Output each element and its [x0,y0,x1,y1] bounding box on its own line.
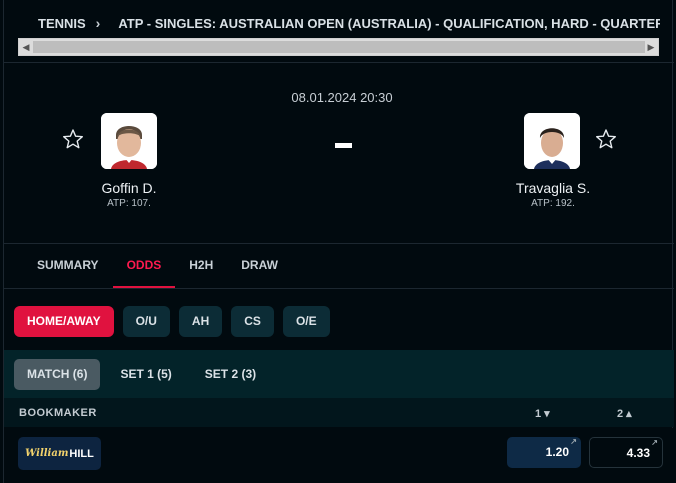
odd-away-value: 4.33 [626,446,650,460]
scrollbar-thumb[interactable] [33,41,645,53]
score-separator [335,143,352,148]
scroll-right-icon[interactable]: ▶ [646,42,656,52]
odds-type-odd-even[interactable]: O/E [282,306,330,337]
favorite-star-icon-home[interactable] [62,128,84,150]
home-player-name[interactable]: Goffin D. [59,180,199,196]
away-player-rank: ATP: 192. [531,198,575,209]
home-player-rank: ATP: 107. [107,198,151,209]
tab-draw[interactable]: DRAW [227,258,292,288]
match-datetime: 08.01.2024 20:30 [291,90,393,105]
odds-type-over-under[interactable]: O/U [122,306,170,337]
period-tabs: MATCH (6) SET 1 (5) SET 2 (3) [14,359,269,390]
tab-h2h[interactable]: H2H [175,258,227,288]
divider [4,288,674,289]
external-link-icon: ↗ [651,438,658,447]
header-col-away[interactable]: 2 ▴ [617,407,632,420]
bookmaker-logo-william-hill[interactable]: William HILL [18,437,101,470]
table-row: William HILL 1.20 ↗ 4.33 ↗ [4,428,674,483]
period-tab-match[interactable]: MATCH (6) [14,359,101,390]
away-player-avatar[interactable] [524,113,580,169]
tab-summary[interactable]: SUMMARY [23,258,113,288]
match-tabs: SUMMARY ODDS H2H DRAW [23,258,292,288]
odd-away-button[interactable]: 4.33 ↗ [589,437,663,468]
period-tab-set-1[interactable]: SET 1 (5) [107,359,184,390]
header-bookmaker[interactable]: BOOKMAKER [19,407,97,419]
tab-odds[interactable]: ODDS [112,258,176,288]
odds-type-asian-handicap[interactable]: AH [178,306,223,337]
scroll-left-icon[interactable]: ◀ [21,42,31,52]
odds-table-header: BOOKMAKER 1 ▾ 2 ▴ [4,398,674,427]
breadcrumb: TENNIS › ATP - SINGLES: AUSTRALIAN OPEN … [30,14,660,32]
period-tab-set-2[interactable]: SET 2 (3) [192,359,269,390]
external-link-icon: ↗ [570,437,577,446]
divider [4,62,674,63]
logo-text-bold: HILL [69,447,94,460]
breadcrumb-competition[interactable]: ATP - SINGLES: AUSTRALIAN OPEN (AUSTRALI… [118,16,660,31]
divider [4,243,674,244]
chevron-right-icon: › [95,15,101,31]
odd-home-value: 1.20 [545,445,569,459]
away-player-name[interactable]: Travaglia S. [483,180,623,196]
favorite-star-icon-away[interactable] [595,128,617,150]
odds-type-correct-score[interactable]: CS [231,306,274,337]
odds-type-filter: HOME/AWAY O/U AH CS O/E [14,306,330,337]
logo-text-script: William [25,448,69,459]
home-player-avatar[interactable] [101,113,157,169]
horizontal-scrollbar[interactable]: ◀ ▶ [18,38,659,56]
odds-type-home-away[interactable]: HOME/AWAY [14,306,114,337]
odd-home-button[interactable]: 1.20 ↗ [507,437,581,468]
header-col-home[interactable]: 1 ▾ [535,407,550,420]
match-detail-panel: TENNIS › ATP - SINGLES: AUSTRALIAN OPEN … [3,0,674,483]
breadcrumb-sport[interactable]: TENNIS [38,16,86,31]
player-photo-icon [101,113,157,169]
player-photo-icon [524,113,580,169]
